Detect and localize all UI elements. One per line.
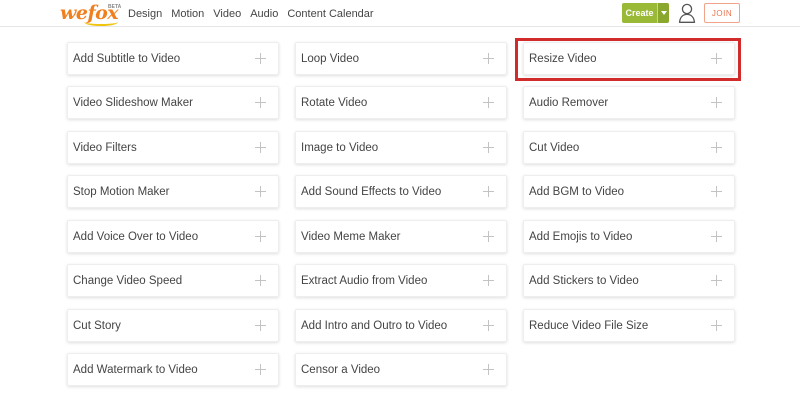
- plus-icon[interactable]: [711, 142, 722, 153]
- plus-icon[interactable]: [255, 275, 266, 286]
- tool-label: Video Filters: [73, 141, 137, 154]
- tool-label: Stop Motion Maker: [73, 185, 170, 198]
- tool-card-censor-a-video[interactable]: Censor a Video: [295, 353, 507, 386]
- tool-label: Cut Video: [529, 141, 580, 154]
- plus-icon[interactable]: [255, 320, 266, 331]
- nav-design[interactable]: Design: [128, 8, 162, 20]
- tool-card-video-filters[interactable]: Video Filters: [67, 131, 279, 164]
- logo-beta-tag: BETA: [108, 4, 122, 10]
- tool-card-add-stickers-to-video[interactable]: Add Stickers to Video: [523, 264, 735, 297]
- plus-icon[interactable]: [483, 320, 494, 331]
- logo-swoosh: [84, 18, 118, 26]
- plus-icon[interactable]: [255, 364, 266, 375]
- tool-card-audio-remover[interactable]: Audio Remover: [523, 86, 735, 119]
- join-button[interactable]: JOIN: [704, 3, 740, 23]
- tool-card-video-meme-maker[interactable]: Video Meme Maker: [295, 220, 507, 253]
- tool-card-add-subtitle-to-video[interactable]: Add Subtitle to Video: [67, 42, 279, 75]
- plus-icon[interactable]: [711, 53, 722, 64]
- plus-icon[interactable]: [255, 53, 266, 64]
- plus-icon[interactable]: [483, 186, 494, 197]
- tool-label: Add Sound Effects to Video: [301, 185, 442, 198]
- create-dropdown-button[interactable]: [657, 3, 669, 23]
- plus-icon[interactable]: [483, 97, 494, 108]
- plus-icon[interactable]: [711, 186, 722, 197]
- create-button-group: Create: [622, 3, 669, 23]
- tool-card-video-slideshow-maker[interactable]: Video Slideshow Maker: [67, 86, 279, 119]
- nav-video[interactable]: Video: [213, 8, 241, 20]
- tool-card-add-emojis-to-video[interactable]: Add Emojis to Video: [523, 220, 735, 253]
- tool-card-add-watermark-to-video[interactable]: Add Watermark to Video: [67, 353, 279, 386]
- create-button[interactable]: Create: [622, 3, 657, 23]
- tool-card-extract-audio-from-video[interactable]: Extract Audio from Video: [295, 264, 507, 297]
- plus-icon[interactable]: [255, 97, 266, 108]
- plus-icon[interactable]: [255, 142, 266, 153]
- plus-icon[interactable]: [483, 231, 494, 242]
- tool-card-change-video-speed[interactable]: Change Video Speed: [67, 264, 279, 297]
- tool-label: Add Intro and Outro to Video: [301, 319, 448, 332]
- tool-label: Audio Remover: [529, 96, 609, 109]
- plus-icon[interactable]: [711, 231, 722, 242]
- plus-icon[interactable]: [711, 97, 722, 108]
- tool-label: Cut Story: [73, 319, 121, 332]
- nav-content-calendar[interactable]: Content Calendar: [287, 8, 373, 20]
- tool-card-add-intro-and-outro-to-video[interactable]: Add Intro and Outro to Video: [295, 309, 507, 342]
- tool-label: Loop Video: [301, 52, 359, 65]
- nav-audio[interactable]: Audio: [250, 8, 278, 20]
- plus-icon[interactable]: [711, 320, 722, 331]
- tool-label: Add BGM to Video: [529, 185, 625, 198]
- tool-card-resize-video[interactable]: Resize Video: [523, 42, 735, 75]
- tool-label: Change Video Speed: [73, 274, 183, 287]
- tool-card-cut-story[interactable]: Cut Story: [67, 309, 279, 342]
- tool-label: Censor a Video: [301, 363, 381, 376]
- tool-card-loop-video[interactable]: Loop Video: [295, 42, 507, 75]
- tool-label: Extract Audio from Video: [301, 274, 428, 287]
- plus-icon[interactable]: [255, 231, 266, 242]
- tool-label: Add Emojis to Video: [529, 230, 633, 243]
- tool-card-add-sound-effects-to-video[interactable]: Add Sound Effects to Video: [295, 175, 507, 208]
- tool-card-stop-motion-maker[interactable]: Stop Motion Maker: [67, 175, 279, 208]
- tool-label: Resize Video: [529, 52, 597, 65]
- tool-card-add-bgm-to-video[interactable]: Add BGM to Video: [523, 175, 735, 208]
- main-nav: Design Motion Video Audio Content Calend…: [128, 0, 383, 27]
- nav-motion[interactable]: Motion: [171, 8, 204, 20]
- tool-label: Rotate Video: [301, 96, 368, 109]
- tool-label: Video Slideshow Maker: [73, 96, 193, 109]
- tool-card-rotate-video[interactable]: Rotate Video: [295, 86, 507, 119]
- tool-label: Video Meme Maker: [301, 230, 401, 243]
- top-navigation-bar: wefox BETA Design Motion Video Audio Con…: [0, 0, 800, 27]
- tool-label: Reduce Video File Size: [529, 319, 649, 332]
- tool-label: Add Voice Over to Video: [73, 230, 199, 243]
- tool-card-reduce-video-file-size[interactable]: Reduce Video File Size: [523, 309, 735, 342]
- tool-card-image-to-video[interactable]: Image to Video: [295, 131, 507, 164]
- tool-card-add-voice-over-to-video[interactable]: Add Voice Over to Video: [67, 220, 279, 253]
- tool-label: Add Subtitle to Video: [73, 52, 181, 65]
- tool-card-cut-video[interactable]: Cut Video: [523, 131, 735, 164]
- user-icon[interactable]: [678, 3, 696, 23]
- plus-icon[interactable]: [483, 275, 494, 286]
- chevron-down-icon: [660, 11, 667, 15]
- tool-label: Add Watermark to Video: [73, 363, 198, 376]
- plus-icon[interactable]: [711, 275, 722, 286]
- plus-icon[interactable]: [255, 186, 266, 197]
- tool-label: Image to Video: [301, 141, 379, 154]
- plus-icon[interactable]: [483, 142, 494, 153]
- plus-icon[interactable]: [483, 364, 494, 375]
- plus-icon[interactable]: [483, 53, 494, 64]
- tool-label: Add Stickers to Video: [529, 274, 639, 287]
